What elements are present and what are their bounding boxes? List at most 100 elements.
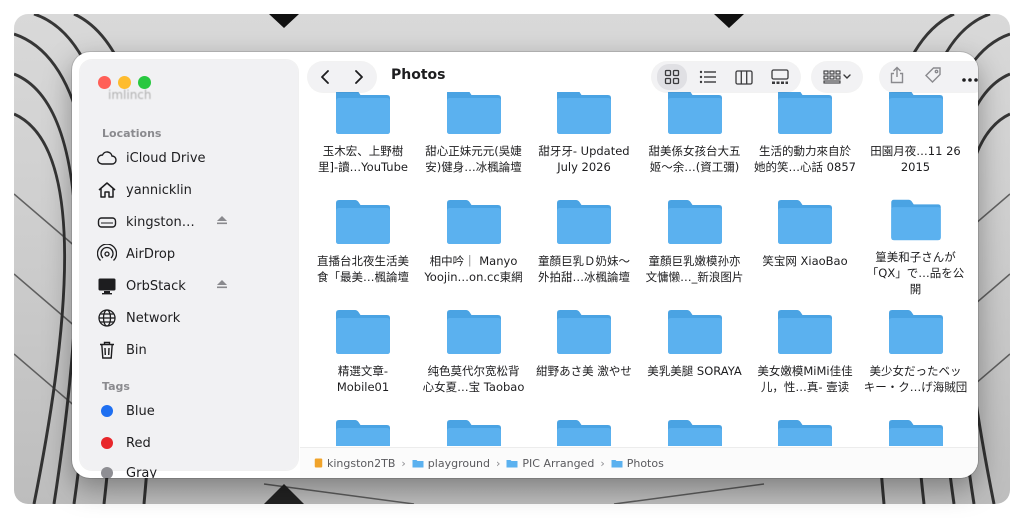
crumb-label: PIC Arranged (522, 456, 595, 470)
display-icon (96, 276, 118, 296)
sidebar-item-orbstack[interactable]: OrbStack (96, 273, 292, 299)
folder-item[interactable] (529, 417, 639, 446)
group-by-button[interactable] (812, 62, 862, 92)
folder-item[interactable]: 甜牙牙- Updated July 2026 (529, 92, 639, 187)
navigation-controls (308, 62, 376, 92)
folder-name: 甜心正妹元元(吳婕 安)健身…冰楓論壇 (421, 143, 527, 175)
folder-icon (336, 310, 390, 354)
gallery-icon (771, 69, 789, 84)
sidebar: imlinch Locations iCloud Drive yannickli… (80, 60, 298, 478)
folder-item[interactable] (419, 417, 529, 446)
folder-item[interactable] (750, 417, 860, 446)
icon-view-button[interactable] (657, 64, 687, 90)
share-button[interactable] (889, 66, 905, 88)
folder-item[interactable]: 美少女だったベッ キー・ク…げ海賊団 (861, 307, 971, 407)
back-button[interactable] (311, 63, 339, 91)
ellipsis-icon (961, 77, 978, 82)
trash-icon (96, 340, 118, 360)
sidebar-item-home[interactable]: yannicklin (96, 177, 292, 203)
sidebar-item-icloud-drive[interactable]: iCloud Drive (96, 145, 292, 171)
folder-item[interactable]: 甜美係女孩台大五 姬～余…(資工彌) (640, 92, 750, 187)
chevron-right-icon (355, 70, 363, 84)
folder-name-line: 儿，性…真- 壹读 (760, 380, 850, 394)
folder-name-line: 2015 (900, 160, 931, 174)
folder-item[interactable]: 田園月夜…11 26 2015 (861, 92, 971, 187)
folder-name-line: キー・ク…げ海賊団 (863, 380, 968, 394)
folder-item[interactable]: 生活的動力來自於 她的笑…心話 0857 (750, 92, 860, 187)
folder-name-line: 文慵懒…_新浪图片 (645, 270, 744, 284)
folder-item[interactable]: 相中吟｜ Manyo Yoojin…on.cc東網 (419, 197, 529, 297)
path-crumb-pic-arranged[interactable]: PIC Arranged (506, 457, 594, 470)
folder-item[interactable] (640, 417, 750, 446)
folder-item[interactable]: 紺野あさ美 激やせ (529, 307, 639, 407)
folder-item[interactable] (308, 417, 418, 446)
icon-grid-view[interactable]: 玉木宏、上野樹 里]-讀…YouTube 甜心正妹元元(吳婕 安)健身…冰楓論壇 甜牙牙… (308, 92, 978, 446)
path-crumb-photos[interactable]: Photos (611, 457, 664, 470)
folder-icon (888, 310, 943, 354)
list-view-button[interactable] (693, 64, 723, 90)
folder-item[interactable]: 美乳美腿 SORAYA (640, 307, 750, 407)
forward-button[interactable] (345, 63, 373, 91)
folder-item[interactable]: 童顏巨乳嫩模孙亦 文慵懒…_新浪图片 (640, 197, 750, 297)
folder-item[interactable]: 精選文章- Mobile01 (308, 307, 418, 407)
folder-name-line: 美乳美腿 SORAYA (647, 364, 742, 378)
sidebar-item-label: iCloud Drive (126, 150, 206, 166)
folder-icon (336, 200, 390, 244)
view-switcher (652, 62, 800, 92)
path-crumb-kingston2tb[interactable]: kingston2TB (314, 457, 395, 470)
folder-item[interactable] (861, 417, 971, 446)
folder-name: 玉木宏、上野樹 里]-讀…YouTube (310, 143, 416, 175)
folder-name-line: 篁美和子さんが (875, 250, 956, 264)
folder-item[interactable]: 纯色莫代尔宽松背 心女夏…宝 Taobao (419, 307, 529, 407)
folder-item[interactable]: 篁美和子さんが 「QX」で…品を公開 (861, 197, 971, 297)
folder-icon (446, 200, 501, 244)
sidebar-item-label: OrbStack (126, 278, 186, 294)
eject-icon[interactable] (216, 278, 228, 294)
folder-item[interactable]: 直播台北夜生活美 食「最美…楓論壇 (308, 197, 418, 297)
folder-name-line: 生活的動力來自於 (759, 144, 851, 158)
folder-name-line: 美女嫩模MiMi佳佳 (757, 364, 853, 378)
gallery-view-button[interactable] (765, 64, 795, 90)
column-view-button[interactable] (729, 64, 759, 90)
tag-button[interactable] (924, 66, 942, 88)
path-crumb-playground[interactable]: playground (412, 457, 490, 470)
grid-icon (664, 69, 680, 85)
folder-item[interactable]: 美女嫩模MiMi佳佳 儿，性…真- 壹读 (750, 307, 860, 407)
folder-icon (412, 460, 424, 468)
folder-item[interactable]: 甜心正妹元元(吳婕 安)健身…冰楓論壇 (419, 92, 529, 187)
folder-name: 童顏巨乳嫩模孙亦 文慵懒…_新浪图片 (642, 253, 748, 285)
folder-name: 美乳美腿 SORAYA (642, 363, 748, 379)
sidebar-tag-blue[interactable]: Blue (96, 398, 292, 424)
folder-name-line: 心女夏…宝 Taobao (422, 380, 525, 394)
more-button[interactable] (961, 68, 978, 87)
folder-name: 甜牙牙- Updated July 2026 (531, 143, 637, 175)
sidebar-item-kingston[interactable]: kingston… (96, 209, 292, 235)
toolbar: Photos (300, 52, 978, 100)
sidebar-item-network[interactable]: Network (96, 305, 292, 331)
folder-icon (778, 310, 832, 354)
sidebar-tag-gray[interactable]: Gray (96, 460, 292, 478)
folder-item[interactable]: 童顏巨乳Ｄ奶妹～ 外拍甜…冰楓論壇 (529, 197, 639, 297)
gray-tag-dot (101, 467, 113, 478)
folder-name: 田園月夜…11 26 2015 (863, 143, 969, 175)
actions-group (880, 62, 978, 92)
sidebar-item-airdrop[interactable]: AirDrop (96, 241, 292, 267)
folder-icon (888, 420, 943, 446)
chevron-left-icon (321, 70, 329, 84)
sidebar-item-label: kingston… (126, 214, 195, 230)
folder-name: 童顏巨乳Ｄ奶妹～ 外拍甜…冰楓論壇 (531, 253, 637, 285)
folder-name-line: 笑宝网 XiaoBao (762, 254, 848, 268)
sidebar-item-label: Blue (126, 403, 155, 419)
folder-item[interactable]: 玉木宏、上野樹 里]-讀…YouTube (308, 92, 418, 187)
sidebar-item-bin[interactable]: Bin (96, 337, 292, 363)
folder-item[interactable]: 笑宝网 XiaoBao (750, 197, 860, 297)
folder-name-line: 紺野あさ美 激やせ (536, 364, 632, 378)
airdrop-icon (96, 244, 118, 264)
home-icon (96, 180, 118, 200)
folder-icon (778, 420, 832, 446)
folder-name-line: 童顏巨乳Ｄ奶妹～ (538, 254, 630, 268)
eject-icon[interactable] (216, 214, 228, 230)
folder-name: 紺野あさ美 激やせ (531, 363, 637, 379)
sidebar-tag-red[interactable]: Red (96, 430, 292, 456)
folder-name-line: July 2026 (557, 160, 611, 174)
